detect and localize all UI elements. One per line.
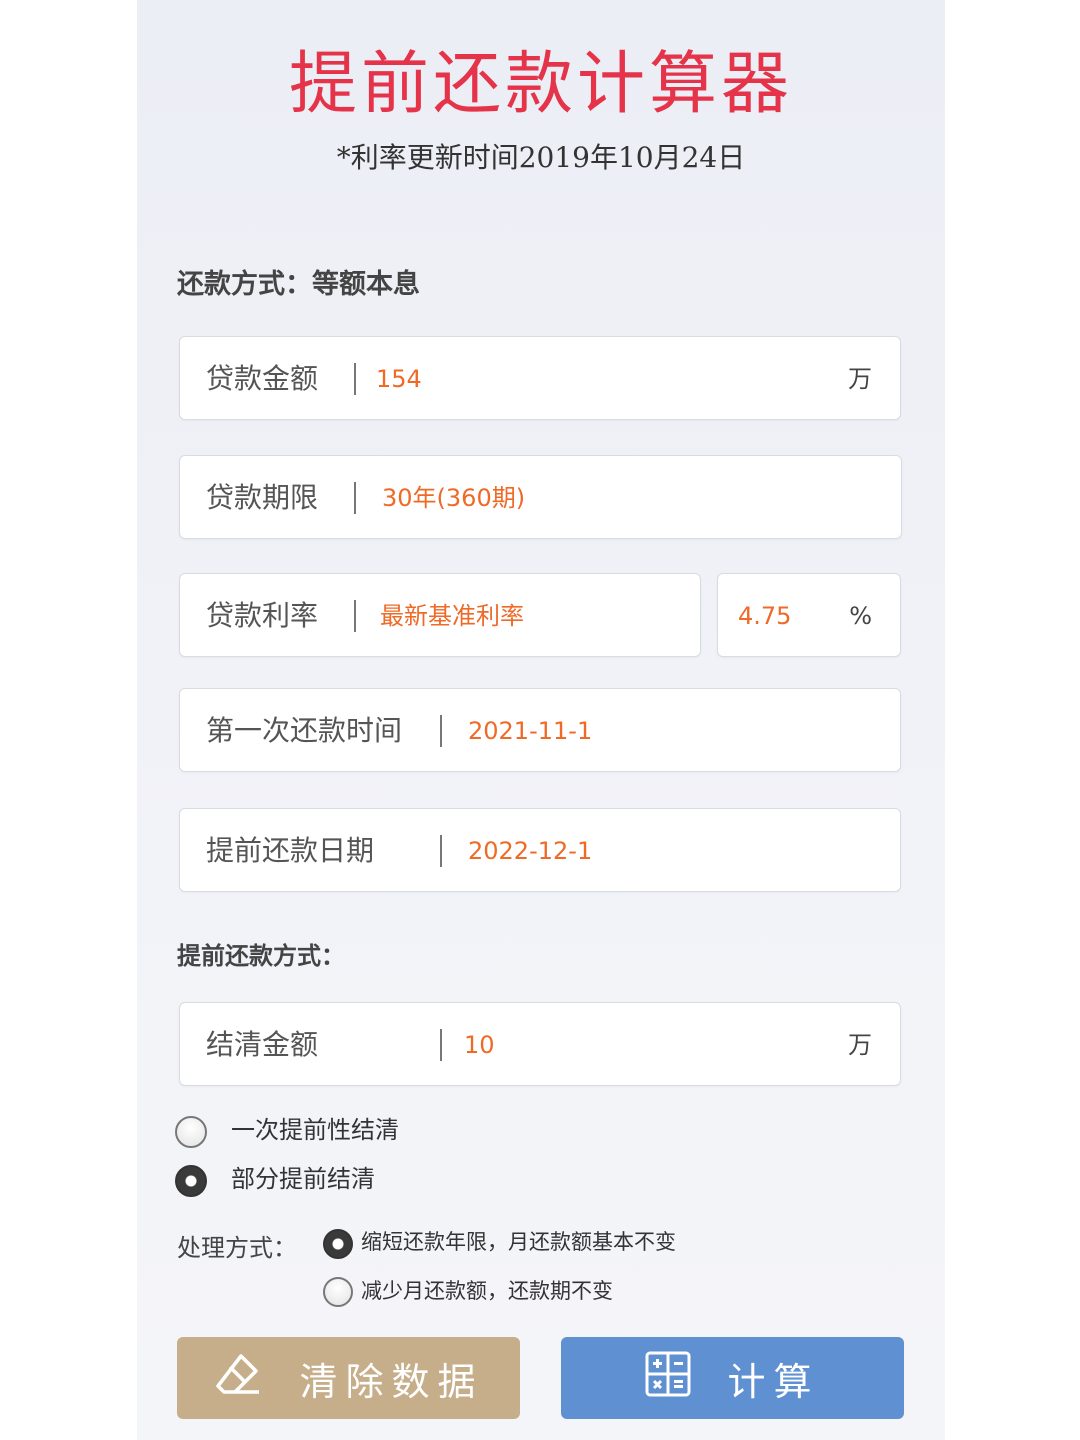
first-payment-value[interactable]: 2021-11-1 [468,689,592,773]
shorten-term-radio[interactable] [323,1229,353,1259]
loan-rate-label: 贷款利率 [206,599,319,632]
loan-term-field[interactable]: 贷款期限 30年(360期) [179,455,902,539]
calculator-page: 提前还款计算器 *利率更新时间2019年10月24日 还款方式：等额本息 贷款金… [137,0,945,1440]
calculate-button[interactable]: 计算 [561,1337,904,1419]
first-payment-label: 第一次还款时间 [206,714,403,747]
prepay-method-label: 提前还款方式： [177,942,345,970]
page-title: 提前还款计算器 [288,45,793,124]
partial-settle-radio[interactable] [175,1165,207,1197]
shorten-term-label[interactable]: 缩短还款年限，月还款额基本不变 [361,1226,676,1256]
field-separator [440,1029,442,1061]
rate-update-note: *利率更新时间2019年10月24日 [336,141,746,174]
prepay-date-field[interactable]: 提前还款日期 2022-12-1 [179,808,901,892]
repayment-method-label: 还款方式：等额本息 [177,269,420,300]
full-settle-label[interactable]: 一次提前性结清 [231,1110,399,1145]
partial-settle-label[interactable]: 部分提前结清 [231,1159,375,1194]
full-settle-radio[interactable] [175,1116,207,1148]
loan-amount-value[interactable]: 154 [376,337,422,421]
loan-amount-field[interactable]: 贷款金额 154 万 [179,336,901,420]
prepay-date-value[interactable]: 2022-12-1 [468,809,592,893]
eraser-icon [213,1349,263,1408]
calculate-label: 计算 [727,1359,820,1404]
field-separator [354,482,356,514]
loan-amount-unit: 万 [848,365,872,393]
rate-unit: % [849,602,872,630]
settle-amount-field[interactable]: 结清金额 10 万 [179,1002,901,1086]
rate-value[interactable]: 4.75 [738,574,791,658]
clear-data-label: 清除数据 [299,1359,484,1404]
field-separator [440,835,442,867]
first-payment-field[interactable]: 第一次还款时间 2021-11-1 [179,688,901,772]
rate-value-field[interactable]: 4.75 % [717,573,901,657]
reduce-payment-radio[interactable] [323,1277,353,1307]
settle-amount-value[interactable]: 10 [464,1003,495,1087]
loan-amount-label: 贷款金额 [206,362,319,395]
calculator-icon [645,1351,691,1406]
field-separator [354,363,356,395]
clear-data-button[interactable]: 清除数据 [177,1337,520,1419]
prepay-date-label: 提前还款日期 [206,834,375,867]
loan-term-label: 贷款期限 [206,481,319,514]
field-separator [440,715,442,747]
handling-label: 处理方式： [177,1234,297,1262]
field-separator [354,600,356,632]
loan-rate-type[interactable]: 最新基准利率 [380,574,524,658]
settle-amount-label: 结清金额 [206,1028,319,1061]
reduce-payment-label[interactable]: 减少月还款额，还款期不变 [361,1275,613,1305]
settle-amount-unit: 万 [848,1031,872,1059]
loan-term-value[interactable]: 30年(360期) [382,456,525,540]
loan-rate-field[interactable]: 贷款利率 最新基准利率 [179,573,701,657]
